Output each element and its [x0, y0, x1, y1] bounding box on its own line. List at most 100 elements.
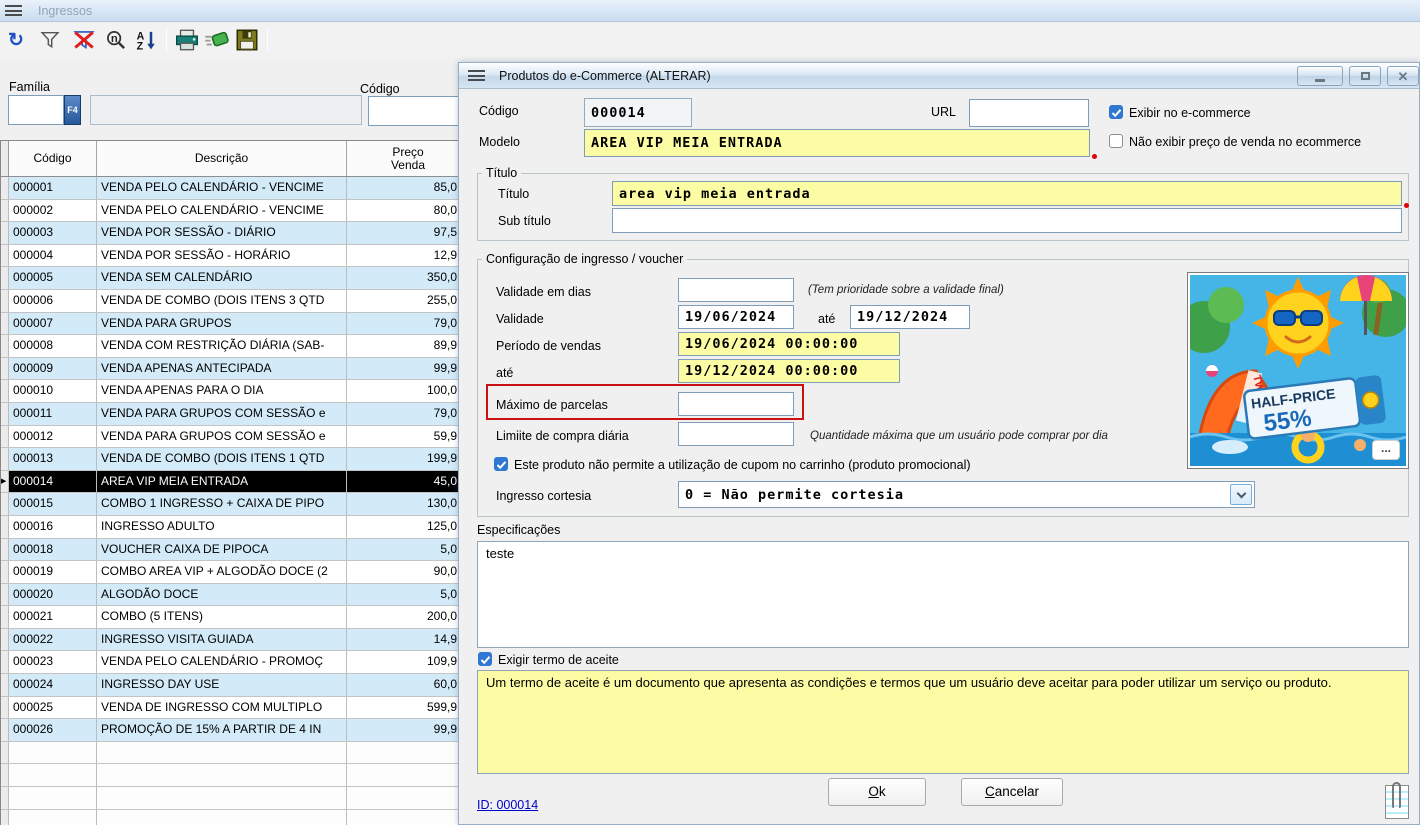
combo-dropdown-button[interactable]: [1230, 484, 1252, 505]
ok-button[interactable]: Ok: [828, 778, 926, 806]
table-row[interactable]: 000019COMBO AREA VIP + ALGODÃO DOCE (290…: [1, 561, 470, 584]
browse-image-button[interactable]: ...: [1372, 440, 1400, 460]
table-row[interactable]: 000005VENDA SEM CALENDÁRIO350,0: [1, 267, 470, 290]
validade-de-field[interactable]: 19/06/2024: [678, 305, 794, 329]
exigir-termo-checkbox[interactable]: [478, 652, 492, 666]
table-row[interactable]: ▶000014AREA VIP MEIA ENTRADA45,0: [1, 471, 470, 494]
cell-codigo[interactable]: 000006: [9, 290, 97, 312]
periodo-ate-field[interactable]: 19/12/2024 00:00:00: [678, 359, 900, 383]
cell-preco[interactable]: 79,0: [347, 403, 470, 425]
cell-preco[interactable]: 99,9: [347, 358, 470, 380]
cell-preco[interactable]: 125,0: [347, 516, 470, 538]
cell-descricao[interactable]: VENDA DE COMBO (DOIS ITENS 3 QTD: [97, 290, 347, 312]
cell-codigo[interactable]: 000008: [9, 335, 97, 357]
validade-ate-field[interactable]: 19/12/2024: [850, 305, 970, 329]
cell-descricao[interactable]: PROMOÇÃO DE 15% A PARTIR DE 4 IN: [97, 719, 347, 741]
table-row[interactable]: 000012VENDA PARA GRUPOS COM SESSÃO e59,9: [1, 426, 470, 449]
cell-preco[interactable]: 79,0: [347, 313, 470, 335]
cell-codigo[interactable]: 000016: [9, 516, 97, 538]
cell-preco[interactable]: 89,9: [347, 335, 470, 357]
periodo-vendas-field[interactable]: 19/06/2024 00:00:00: [678, 332, 900, 356]
cell-descricao[interactable]: COMBO AREA VIP + ALGODÃO DOCE (2: [97, 561, 347, 583]
cell-codigo[interactable]: 000012: [9, 426, 97, 448]
restore-button[interactable]: [1349, 66, 1381, 86]
table-row[interactable]: 000021COMBO (5 ITENS)200,0: [1, 606, 470, 629]
cell-codigo[interactable]: 000015: [9, 493, 97, 515]
table-row[interactable]: 000023VENDA PELO CALENDÁRIO - PROMOÇ109,…: [1, 651, 470, 674]
table-row[interactable]: 000007VENDA PARA GRUPOS79,0: [1, 313, 470, 336]
cell-preco[interactable]: 5,0: [347, 584, 470, 606]
cell-codigo[interactable]: 000011: [9, 403, 97, 425]
cell-descricao[interactable]: INGRESSO ADULTO: [97, 516, 347, 538]
cell-descricao[interactable]: VENDA PARA GRUPOS COM SESSÃO e: [97, 426, 347, 448]
table-row[interactable]: 000002VENDA PELO CALENDÁRIO - VENCIME80,…: [1, 200, 470, 223]
table-row[interactable]: 000022INGRESSO VISITA GUIADA14,9: [1, 629, 470, 652]
cell-descricao[interactable]: AREA VIP MEIA ENTRADA: [97, 471, 347, 493]
table-row[interactable]: 000001VENDA PELO CALENDÁRIO - VENCIME85,…: [1, 177, 470, 200]
especificacoes-textarea[interactable]: teste: [477, 541, 1409, 648]
cell-codigo[interactable]: 000001: [9, 177, 97, 199]
table-row[interactable]: 000011VENDA PARA GRUPOS COM SESSÃO e79,0: [1, 403, 470, 426]
cell-codigo[interactable]: 000023: [9, 651, 97, 673]
cell-codigo[interactable]: 000021: [9, 606, 97, 628]
cell-descricao[interactable]: VENDA PARA GRUPOS COM SESSÃO e: [97, 403, 347, 425]
cell-preco[interactable]: 45,0: [347, 471, 470, 493]
cell-preco[interactable]: 85,0: [347, 177, 470, 199]
table-row[interactable]: 000018VOUCHER CAIXA DE PIPOCA5,0: [1, 539, 470, 562]
table-row[interactable]: 000009VENDA APENAS ANTECIPADA99,9: [1, 358, 470, 381]
cell-preco[interactable]: 80,0: [347, 200, 470, 222]
filter-button[interactable]: [36, 26, 64, 54]
cell-codigo[interactable]: 000020: [9, 584, 97, 606]
cell-preco[interactable]: 60,0: [347, 674, 470, 696]
cell-preco[interactable]: 199,9: [347, 448, 470, 470]
cell-preco[interactable]: 59,9: [347, 426, 470, 448]
cell-descricao[interactable]: VENDA APENAS PARA O DIA: [97, 380, 347, 402]
cupom-checkbox[interactable]: [494, 457, 508, 471]
cell-codigo[interactable]: 000009: [9, 358, 97, 380]
attachment-icon[interactable]: [1385, 785, 1409, 819]
table-row[interactable]: 000015COMBO 1 INGRESSO + CAIXA DE PIPO13…: [1, 493, 470, 516]
refresh-button[interactable]: ↻: [2, 26, 30, 54]
familia-code-input[interactable]: [8, 95, 64, 125]
table-row[interactable]: 000016INGRESSO ADULTO125,0: [1, 516, 470, 539]
cell-codigo[interactable]: 000025: [9, 697, 97, 719]
cell-preco[interactable]: 5,0: [347, 539, 470, 561]
cell-preco[interactable]: 99,9: [347, 719, 470, 741]
header-codigo[interactable]: Código: [9, 141, 97, 176]
cell-codigo[interactable]: 000010: [9, 380, 97, 402]
cell-descricao[interactable]: VOUCHER CAIXA DE PIPOCA: [97, 539, 347, 561]
cell-preco[interactable]: 109,9: [347, 651, 470, 673]
cell-descricao[interactable]: VENDA POR SESSÃO - DIÁRIO: [97, 222, 347, 244]
table-row[interactable]: 000008VENDA COM RESTRIÇÃO DIÁRIA (SAB-89…: [1, 335, 470, 358]
cell-codigo[interactable]: 000007: [9, 313, 97, 335]
cell-preco[interactable]: 350,0: [347, 267, 470, 289]
cell-descricao[interactable]: VENDA PELO CALENDÁRIO - PROMOÇ: [97, 651, 347, 673]
save-button[interactable]: [233, 26, 261, 54]
cell-codigo[interactable]: 000013: [9, 448, 97, 470]
table-row[interactable]: 000026PROMOÇÃO DE 15% A PARTIR DE 4 IN99…: [1, 719, 470, 742]
cell-descricao[interactable]: COMBO (5 ITENS): [97, 606, 347, 628]
termo-aceite-textarea[interactable]: Um termo de aceite é um documento que ap…: [477, 670, 1409, 774]
cell-preco[interactable]: 599,9: [347, 697, 470, 719]
validade-dias-field[interactable]: [678, 278, 794, 302]
cell-descricao[interactable]: INGRESSO DAY USE: [97, 674, 347, 696]
f4-lookup-button[interactable]: F4: [64, 95, 81, 125]
modelo-field[interactable]: AREA VIP MEIA ENTRADA: [584, 129, 1090, 157]
nao-exibir-preco-checkbox[interactable]: [1109, 134, 1123, 148]
cell-codigo[interactable]: 000018: [9, 539, 97, 561]
clear-filter-button[interactable]: [70, 26, 98, 54]
cell-descricao[interactable]: ALGODÃO DOCE: [97, 584, 347, 606]
cell-descricao[interactable]: VENDA DE COMBO (DOIS ITENS 1 QTD: [97, 448, 347, 470]
menu-icon[interactable]: [5, 5, 22, 16]
cell-descricao[interactable]: VENDA PELO CALENDÁRIO - VENCIME: [97, 200, 347, 222]
cell-descricao[interactable]: VENDA APENAS ANTECIPADA: [97, 358, 347, 380]
table-row[interactable]: 000025VENDA DE INGRESSO COM MULTIPLO599,…: [1, 697, 470, 720]
table-row[interactable]: 000024INGRESSO DAY USE60,0: [1, 674, 470, 697]
cell-codigo[interactable]: 000003: [9, 222, 97, 244]
codigo-filter-input[interactable]: [368, 96, 468, 126]
dialog-titlebar[interactable]: Produtos do e-Commerce (ALTERAR): [459, 63, 1419, 89]
minimize-button[interactable]: [1297, 66, 1343, 86]
table-row[interactable]: 000003VENDA POR SESSÃO - DIÁRIO97,5: [1, 222, 470, 245]
cell-preco[interactable]: 100,0: [347, 380, 470, 402]
table-row[interactable]: 000004VENDA POR SESSÃO - HORÁRIO12,9: [1, 245, 470, 268]
